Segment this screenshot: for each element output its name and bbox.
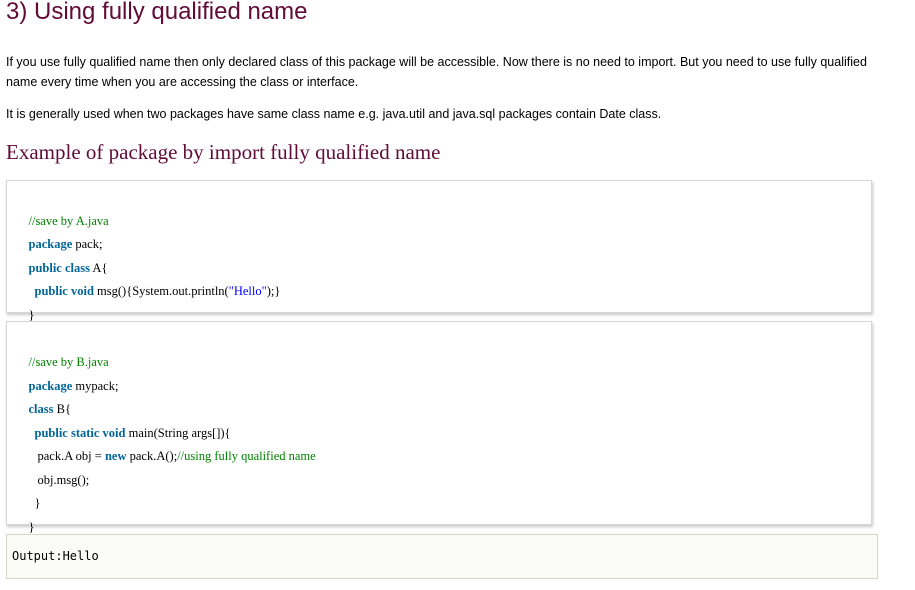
code-text: pack.A(); <box>126 449 178 463</box>
code-block-a: //save by A.java package pack; public cl… <box>6 180 872 322</box>
output-box: Output:Hello <box>6 534 878 579</box>
code-text: } <box>28 308 35 322</box>
code-line: package mypack; <box>16 356 119 393</box>
code-comment: //using fully qualified name <box>177 449 316 463</box>
code-text: mypack; <box>72 379 119 393</box>
code-line: public class A{ <box>16 238 108 275</box>
code-line: } <box>16 497 35 534</box>
code-line: class B{ <box>16 379 71 416</box>
code-keyword: new <box>104 449 127 463</box>
code-line: //save by B.java <box>16 332 109 369</box>
code-line: //save by A.java <box>16 191 109 228</box>
code-text: obj.msg(); <box>37 473 90 487</box>
code-line: obj.msg(); <box>25 450 90 487</box>
code-text: } <box>28 520 35 534</box>
code-block-b: //save by B.java package mypack; class B… <box>6 321 872 534</box>
paragraph-fully-qualified: If you use fully qualified name then onl… <box>6 55 867 89</box>
code-line: public void msg(){System.out.println("He… <box>22 261 281 298</box>
code-keyword: public void <box>34 284 94 298</box>
paragraph-same-class-name: It is generally used when two packages h… <box>6 107 662 121</box>
code-line: } <box>16 285 35 322</box>
example-subheading: Example of package by import fully quali… <box>6 140 441 164</box>
code-text: );} <box>266 284 281 298</box>
code-line: pack.A obj = new pack.A();//using fully … <box>25 426 316 463</box>
code-line: public static void main(String args[]){ <box>22 403 231 440</box>
code-line: package pack; <box>16 214 103 251</box>
code-text: msg(){System.out.println( <box>93 284 229 298</box>
code-text: } <box>34 496 41 510</box>
section-heading: 3) Using fully qualified name <box>6 0 308 25</box>
code-string: "Hello" <box>228 284 267 298</box>
code-line: } <box>22 473 41 510</box>
